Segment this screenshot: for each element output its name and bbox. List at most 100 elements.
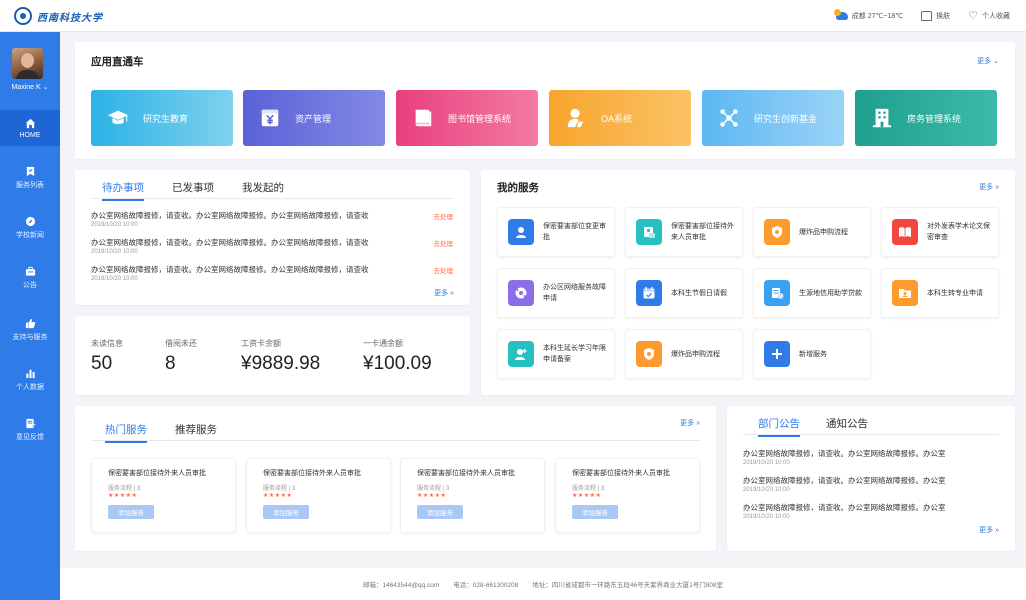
- favorites-button[interactable]: ♡ 个人收藏: [968, 10, 1010, 22]
- skin-button[interactable]: 换肤: [921, 11, 950, 21]
- building-icon: [872, 108, 892, 128]
- sidebar-item-announcement[interactable]: 公告: [0, 260, 60, 296]
- add-service-button[interactable]: 添加服务: [263, 505, 309, 519]
- hot-service-item[interactable]: 保密要害部位接待外来人员审批 服务流程 | 3 ★★★★★ 添加服务: [246, 458, 391, 533]
- bar-chart-icon: [25, 369, 35, 379]
- stat-salary-balance[interactable]: 工资卡余额 ¥9889.98: [241, 338, 320, 375]
- app-innovation-fund[interactable]: 研究生创新基金: [702, 90, 844, 146]
- stats-card: 未读信息 50 借阅未还 8 工资卡余额 ¥9889.98 一卡通余额 ¥100…: [75, 316, 470, 395]
- university-logo[interactable]: 西南科技大学: [14, 7, 103, 25]
- rating-stars: ★★★★★: [417, 493, 447, 499]
- my-services-title: 我的服务: [497, 182, 539, 194]
- globe-icon: [508, 280, 534, 306]
- service-item[interactable]: 生源地信用助学贷款: [753, 268, 871, 318]
- task-status-link[interactable]: 去处理: [434, 211, 454, 221]
- hot-service-item[interactable]: 保密要害部位接待外来人员审批 服务流程 | 3 ★★★★★ 添加服务: [400, 458, 545, 533]
- hot-meta: 服务流程 | 3: [572, 486, 605, 492]
- avatar[interactable]: [12, 48, 43, 79]
- stat-card-balance[interactable]: 一卡通余额 ¥100.09: [363, 338, 432, 375]
- list-item[interactable]: 办公室网络故障报修，请查收。办公室网络故障报修。办公室网络故障报修，请查收 20…: [91, 210, 454, 228]
- sidebar-item-label: 学校新闻: [16, 232, 44, 239]
- my-services-more-link[interactable]: 更多 »: [979, 182, 999, 192]
- add-service-button[interactable]: 添加服务: [572, 505, 618, 519]
- service-label: 本科生转专业申请: [927, 289, 983, 297]
- app-library-system[interactable]: 图书馆管理系统: [396, 90, 538, 146]
- list-item[interactable]: 办公室网络故障报修，请查收。办公室网络故障报修。办公室网络故障报修，请查收 20…: [91, 264, 454, 282]
- service-item[interactable]: 对外发表学术论文保密审查: [881, 207, 999, 257]
- task-status-link[interactable]: 去处理: [434, 238, 454, 248]
- sidebar-item-personal-data[interactable]: 个人数据: [0, 362, 60, 398]
- app-label: OA系统: [601, 113, 633, 124]
- service-label: 对外发表学术论文保密审查: [927, 223, 990, 241]
- sidebar-item-home[interactable]: HOME: [0, 110, 60, 146]
- rating-stars: ★★★★★: [108, 493, 138, 499]
- hot-more-link[interactable]: 更多 »: [680, 418, 700, 428]
- user-menu[interactable]: Maxine K ⌄: [0, 83, 60, 91]
- service-item[interactable]: 爆炸品申购流程: [625, 329, 743, 379]
- chevron-down-icon: ⌄: [42, 84, 49, 91]
- hot-service-item[interactable]: 保密要害部位接待外来人员审批 服务流程 | 3 ★★★★★ 添加服务: [555, 458, 700, 533]
- sidebar-item-service-list[interactable]: 服务列表: [0, 160, 60, 196]
- hot-service-item[interactable]: 保密要害部位接待外来人员审批 服务流程 | 3 ★★★★★ 添加服务: [91, 458, 236, 533]
- stat-borrowed[interactable]: 借阅未还 8: [165, 338, 197, 375]
- graduation-cap-icon: [107, 110, 129, 124]
- stat-label: 一卡通余额: [363, 339, 403, 348]
- apps-title: 应用直通车: [91, 56, 144, 68]
- notice-text: 办公室网络故障报修，请查收。办公室网络故障报修。办公室: [743, 476, 946, 485]
- app-oa-system[interactable]: OA系统: [549, 90, 691, 146]
- logo-text: 西南科技大学: [37, 12, 103, 24]
- app-label: 研究生创新基金: [754, 113, 818, 124]
- task-status-link[interactable]: 去处理: [434, 265, 454, 275]
- tabs-divider: [91, 198, 454, 199]
- app-graduate-education[interactable]: 研究生教育: [91, 90, 233, 146]
- task-date: 2019/10/20 10:00: [91, 276, 138, 282]
- hot-more-label: 更多: [680, 420, 695, 427]
- weather-cloud-icon: [833, 9, 848, 20]
- network-icon: [720, 109, 738, 127]
- add-service-button[interactable]: 新增服务: [753, 329, 871, 379]
- app-asset-management[interactable]: 资产管理: [243, 90, 385, 146]
- chevron-down-icon: ⌄: [993, 58, 999, 65]
- service-label: 新增服务: [799, 350, 827, 358]
- sidebar-item-label: 服务列表: [16, 182, 44, 189]
- book-icon: [415, 109, 432, 127]
- sidebar-item-news[interactable]: 学校新闻: [0, 210, 60, 246]
- add-service-button[interactable]: 添加服务: [417, 505, 463, 519]
- list-item[interactable]: 办公室网络故障报修，请查收。办公室网络故障报修。办公室网络故障报修，请查收 20…: [91, 237, 454, 255]
- yen-box-icon: [261, 109, 279, 127]
- service-item[interactable]: 本科生延长学习年限申请备案: [497, 329, 615, 379]
- stat-label: 借阅未还: [165, 339, 197, 348]
- sidebar-item-label: 支持与服务: [12, 334, 48, 341]
- notice-text: 办公室网络故障报修，请查收。办公室网络故障报修。办公室: [743, 503, 946, 512]
- stat-value: ¥9889.98: [241, 353, 321, 374]
- service-item[interactable]: 爆炸品申购流程: [753, 207, 871, 257]
- top-right-tools: 成都 27℃~18℃ 换肤 ♡ 个人收藏: [833, 0, 1010, 32]
- service-label: 保密要害部位变更审批: [543, 223, 606, 241]
- app-housing-system[interactable]: 房务管理系统: [855, 90, 997, 146]
- weather-widget: 成都 27℃~18℃: [833, 9, 903, 21]
- double-chevron-right-icon: »: [995, 527, 999, 534]
- add-service-button[interactable]: 添加服务: [108, 505, 154, 519]
- service-item[interactable]: 办公区网络服务故障申请: [497, 268, 615, 318]
- apps-more-link[interactable]: 更多 ⌄: [977, 56, 999, 66]
- sidebar-item-support[interactable]: 支持与服务: [0, 312, 60, 348]
- stat-unread[interactable]: 未读信息 50: [91, 338, 123, 375]
- list-item[interactable]: 办公室网络故障报修，请查收。办公室网络故障报修。办公室 2019/10/20 1…: [743, 502, 1003, 520]
- calendar-icon: [636, 280, 662, 306]
- sidebar-item-label: HOME: [19, 131, 41, 139]
- service-item[interactable]: 本科生节假日请假: [625, 268, 743, 318]
- stat-label: 工资卡余额: [241, 339, 281, 348]
- task-date: 2019/10/20 10:00: [91, 249, 138, 255]
- list-item[interactable]: 办公室网络故障报修，请查收。办公室网络故障报修。办公室 2019/10/20 1…: [743, 475, 1003, 493]
- sidebar-item-feedback[interactable]: 意见反馈: [0, 412, 60, 448]
- skin-label: 换肤: [936, 13, 951, 20]
- service-item[interactable]: 保密要害部位接待外来人员审批: [625, 207, 743, 257]
- notices-more-link[interactable]: 更多 »: [979, 525, 999, 535]
- service-label: 办公区网络服务故障申请: [543, 284, 606, 302]
- hot-title: 保密要害部位接待外来人员审批: [108, 470, 206, 477]
- tasks-more-link[interactable]: 更多 »: [434, 288, 454, 298]
- service-item[interactable]: 保密要害部位变更审批: [497, 207, 615, 257]
- apps-more-label: 更多: [977, 58, 992, 65]
- service-item[interactable]: 本科生转专业申请: [881, 268, 999, 318]
- list-item[interactable]: 办公室网络故障报修，请查收。办公室网络故障报修。办公室 2019/10/20 1…: [743, 448, 1003, 466]
